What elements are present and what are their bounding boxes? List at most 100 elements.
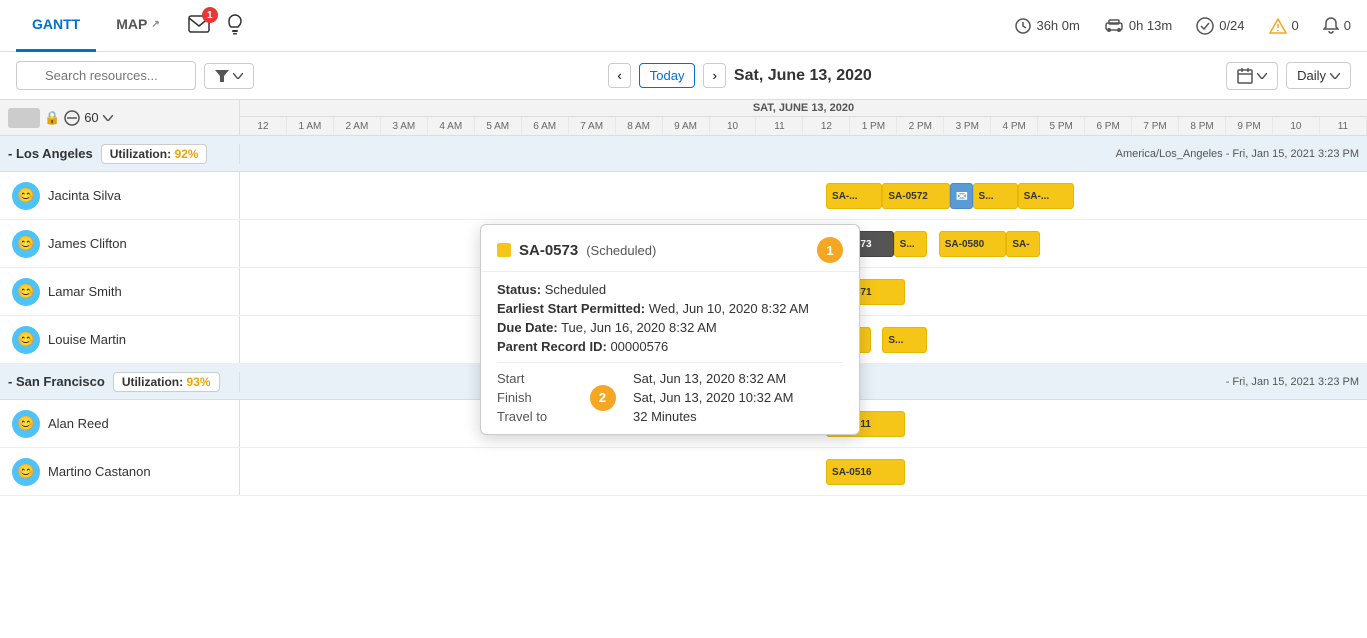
hour-cell: 8 PM [1179,117,1226,135]
hour-cell: 9 AM [663,117,710,135]
hour-cell: 2 PM [897,117,944,135]
hour-cell: 5 AM [475,117,522,135]
bell-icon [1323,17,1339,35]
hour-cell: 3 PM [944,117,991,135]
travel-value: 32 Minutes [633,409,843,424]
drive-stat-value: 0h 13m [1129,18,1172,33]
nav-right: 36h 0m 0h 13m 0/24 0 0 [1015,17,1351,35]
search-input[interactable] [16,61,196,90]
task-sa-row0-4[interactable]: SA-... [1018,183,1074,209]
task-sa-row0-0[interactable]: SA-... [826,183,882,209]
utilization-sf-pct: 93% [186,375,210,389]
avatar-james: 😊 [12,230,40,258]
zoom-chevron-icon [103,115,113,121]
no-icon [64,110,80,126]
avatar-louise: 😊 [12,326,40,354]
bell-stat-value: 0 [1344,18,1351,33]
group-los-angeles-label: - Los Angeles Utilization: 92% [0,144,240,164]
resource-row-martino: 😊 Martino Castanon SA-0516 [0,448,1367,496]
current-date-label: Sat, June 13, 2020 [734,67,872,85]
tooltip-status-tag: (Scheduled) [586,243,656,258]
task-sa-row1-3[interactable]: SA- [1006,231,1040,257]
hour-cell: 2 AM [334,117,381,135]
hour-cell: 1 AM [287,117,334,135]
warning-stat: 0 [1269,18,1299,34]
utilization-sf-label: Utilization: [122,375,187,389]
resource-name-james: James Clifton [48,236,127,251]
avatar-jacinta: 😊 [12,182,40,210]
task-s-row0-3[interactable]: S... [973,183,1018,209]
hour-cell: 7 AM [569,117,616,135]
task-sa-0516[interactable]: SA-0516 [826,459,905,485]
tab-gantt[interactable]: GANTT [16,0,96,52]
group-sf-name: - San Francisco [8,374,105,389]
mail-badge: 1 [202,7,218,23]
toggle-icon[interactable] [8,108,40,128]
tooltip-field-status-label: Status: [497,282,541,297]
resource-left-jacinta: 😊 Jacinta Silva [0,172,240,219]
resource-gantt-jacinta[interactable]: SA-... SA-0572 ✉ S... SA-... [240,172,1367,219]
tooltip-header: SA-0573 (Scheduled) 1 [481,225,859,272]
car-icon [1104,19,1124,33]
hour-cell: 6 AM [522,117,569,135]
utilization-badge-sf: Utilization: 93% [113,372,220,392]
daily-view-button[interactable]: Daily [1286,62,1351,89]
resource-gantt-martino[interactable]: SA-0516 [240,448,1367,495]
hour-cell: 6 PM [1085,117,1132,135]
task-s-row1-1[interactable]: S... [894,231,928,257]
resource-name-lamar: Lamar Smith [48,284,122,299]
toolbar: 👤 ‹ Today › Sat, June 13, 2020 Daily [0,52,1367,100]
right-controls: Daily [1226,62,1351,90]
bell-stat: 0 [1323,17,1351,35]
hour-cell: 5 PM [1038,117,1085,135]
hour-cell: 12 [240,117,287,135]
utilization-pct: 92% [174,147,198,161]
gantt-body: - Los Angeles Utilization: 92% America/L… [0,136,1367,496]
resource-name-jacinta: Jacinta Silva [48,188,121,203]
tooltip-field-due-label: Due Date: [497,320,558,335]
tooltip-field-status-value: Scheduled [545,282,606,297]
tooltip-badge-2: 2 [590,385,616,411]
tooltip-yellow-square [497,243,511,257]
prev-date-button[interactable]: ‹ [608,63,630,88]
task-envelope[interactable]: ✉ [950,183,973,209]
tooltip-badge-1: 1 [817,237,843,263]
hour-cell: 1 PM [850,117,897,135]
nav-icons: 1 [188,13,244,38]
time-stat: 36h 0m [1015,18,1079,34]
task-sa-0572[interactable]: SA-0572 [882,183,950,209]
group-los-angeles-tz: America/Los_Angeles - Fri, Jan 15, 2021 … [240,148,1367,160]
tooltip-field-parent-label: Parent Record ID: [497,339,607,354]
hour-cell: 10 [710,117,757,135]
resource-left-louise: 😊 Louise Martin [0,316,240,363]
tooltip-field-parent: Parent Record ID: 00000576 [497,339,843,354]
tooltip-field-due: Due Date: Tue, Jun 16, 2020 8:32 AM [497,320,843,335]
tab-gantt-label: GANTT [32,16,80,32]
task-s-row3-1[interactable]: S... [882,327,927,353]
finish-value: Sat, Jun 13, 2020 10:32 AM [633,390,843,405]
resource-name-alan: Alan Reed [48,416,109,431]
utilization-label: Utilization: [110,147,175,161]
tooltip-field-earliest-label: Earliest Start Permitted: [497,301,645,316]
avatar-alan: 😊 [12,410,40,438]
lightbulb-icon-wrap[interactable] [226,13,244,38]
check-icon [1196,17,1214,35]
next-date-button[interactable]: › [703,63,725,88]
tooltip-field-earliest: Earliest Start Permitted: Wed, Jun 10, 2… [497,301,843,316]
tooltip-field-earliest-value: Wed, Jun 10, 2020 8:32 AM [649,301,809,316]
travel-label: Travel to [497,409,572,424]
resource-name-martino: Martino Castanon [48,464,151,479]
today-button[interactable]: Today [639,63,696,88]
tooltip-field-parent-value: 00000576 [610,339,668,354]
gantt-time-header: SAT, JUNE 13, 2020 121 AM2 AM3 AM4 AM5 A… [240,100,1367,135]
gantt-date-label: SAT, JUNE 13, 2020 [240,100,1367,117]
view-mode-label: Daily [1297,68,1326,83]
tab-map[interactable]: MAP ↗ [100,0,176,52]
hour-cell: 12 [803,117,850,135]
filter-button[interactable] [204,63,254,89]
task-sa-0580[interactable]: SA-0580 [939,231,1007,257]
mail-icon-wrap[interactable]: 1 [188,15,210,36]
calendar-view-button[interactable] [1226,62,1278,90]
time-stat-value: 36h 0m [1036,18,1079,33]
warning-stat-value: 0 [1292,18,1299,33]
